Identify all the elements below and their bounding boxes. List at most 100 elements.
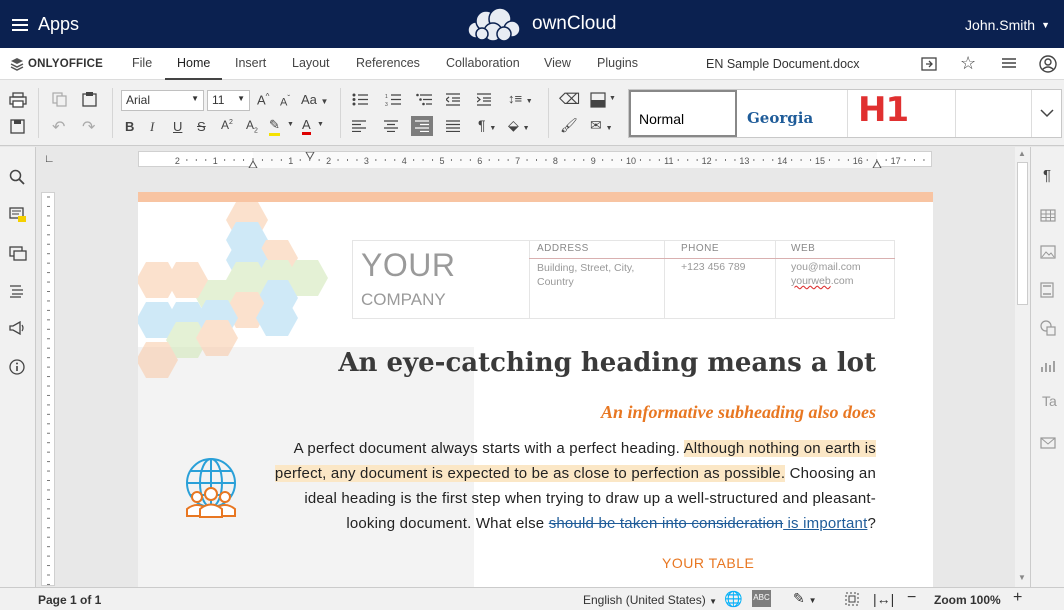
- tab-stop-icon[interactable]: ∟: [44, 153, 55, 165]
- print-icon[interactable]: [9, 92, 27, 108]
- tab-layout[interactable]: Layout: [280, 48, 342, 80]
- vertical-scrollbar[interactable]: ▲ ▼: [1015, 147, 1030, 587]
- scroll-up-icon[interactable]: ▲: [1018, 149, 1026, 158]
- ruler-label: 3: [364, 156, 369, 166]
- scroll-thumb[interactable]: [1017, 162, 1028, 305]
- shading-icon[interactable]: ⬙ ▼: [508, 117, 530, 134]
- page-counter[interactable]: Page 1 of 1: [38, 593, 101, 607]
- font-name-select[interactable]: Arial ▼: [121, 90, 204, 111]
- style-h1[interactable]: H1: [847, 90, 955, 137]
- search-icon[interactable]: [9, 169, 25, 185]
- chevron-down-icon: ▼: [287, 121, 294, 128]
- zoom-out-icon[interactable]: −: [907, 589, 916, 607]
- mail-merge-settings-icon[interactable]: [1040, 437, 1056, 449]
- fit-width-icon[interactable]: |↔|: [873, 591, 894, 607]
- language-label: English (United States): [583, 593, 706, 607]
- decrease-font-icon[interactable]: Aˇ: [280, 94, 290, 109]
- spellcheck-icon[interactable]: ABC: [752, 590, 771, 607]
- image-settings-icon[interactable]: [1040, 245, 1056, 259]
- apps-label: Apps: [38, 14, 80, 34]
- bold-icon[interactable]: B: [125, 119, 134, 134]
- style-georgia[interactable]: Georgia: [737, 90, 847, 137]
- tab-file[interactable]: File: [120, 48, 164, 80]
- paragraph-marks-icon[interactable]: ¶ ▼: [478, 117, 496, 133]
- underline-icon[interactable]: U: [173, 119, 182, 134]
- bullets-icon[interactable]: [352, 93, 368, 106]
- strikethrough-icon[interactable]: S: [197, 119, 206, 134]
- font-size-select[interactable]: 11 ▼: [207, 90, 250, 111]
- chart-settings-icon[interactable]: [1040, 359, 1056, 373]
- language-select[interactable]: English (United States) ▼: [583, 593, 717, 607]
- font-color-icon[interactable]: A: [302, 117, 311, 135]
- decrease-indent-icon[interactable]: [446, 93, 460, 106]
- document-page[interactable]: YOUR COMPANY ADDRESS Building, Street, C…: [138, 192, 933, 588]
- style-gallery-expand[interactable]: [1031, 90, 1061, 137]
- tab-insert[interactable]: Insert: [223, 48, 278, 80]
- tab-home[interactable]: Home: [165, 48, 223, 80]
- navigation-icon[interactable]: [9, 284, 25, 298]
- header-footer-icon[interactable]: [1040, 282, 1054, 298]
- right-sidebar: ¶ Ta: [1030, 147, 1064, 587]
- paste-icon[interactable]: [82, 91, 97, 107]
- scroll-down-icon[interactable]: ▼: [1018, 573, 1026, 582]
- subscript-icon[interactable]: A2: [246, 118, 258, 134]
- undo-icon[interactable]: ↶: [52, 117, 65, 137]
- vertical-ruler[interactable]: [41, 192, 55, 604]
- increase-font-icon[interactable]: A^: [257, 92, 269, 107]
- font-name-value: Arial: [126, 93, 151, 107]
- apps-menu-button[interactable]: Apps: [12, 14, 79, 35]
- copy-style-icon[interactable]: 🖌: [560, 117, 578, 134]
- align-left-icon[interactable]: [352, 120, 366, 132]
- layers-icon: [10, 58, 24, 71]
- web-label: WEB: [791, 243, 816, 254]
- comments-icon[interactable]: [9, 207, 27, 223]
- increase-indent-icon[interactable]: [477, 93, 491, 106]
- save-icon[interactable]: [10, 119, 25, 134]
- feedback-megaphone-icon[interactable]: [9, 321, 25, 335]
- fit-page-icon[interactable]: [845, 592, 859, 606]
- user-menu[interactable]: John.Smith ▼: [965, 17, 1050, 33]
- italic-icon[interactable]: I: [150, 119, 154, 135]
- hamburger-icon: [12, 18, 28, 31]
- open-location-icon[interactable]: [920, 55, 938, 73]
- color-scheme-icon[interactable]: [590, 92, 606, 108]
- horizontal-ruler[interactable]: 2 1 1 2 3 4 5 6 7 8 9 10 11 12 13 14 15 16 17: [138, 151, 932, 169]
- user-name: John.Smith: [965, 17, 1036, 33]
- align-right-button[interactable]: [411, 116, 433, 136]
- track-changes-icon[interactable]: ✎ ▼: [793, 590, 817, 607]
- para-end: ?: [867, 515, 876, 532]
- numbering-icon[interactable]: 13: [385, 93, 401, 106]
- tab-view[interactable]: View: [532, 48, 583, 80]
- favorite-star-icon[interactable]: ☆: [960, 53, 976, 74]
- mail-merge-icon[interactable]: ✉ ▼: [590, 117, 613, 134]
- style-normal[interactable]: Normal: [629, 90, 737, 137]
- tab-collaboration[interactable]: Collaboration: [434, 48, 532, 80]
- about-info-icon[interactable]: [9, 359, 25, 375]
- status-bar: Page 1 of 1 English (United States) ▼ 🌐 …: [0, 587, 1064, 610]
- highlight-color-icon[interactable]: ✎: [269, 117, 280, 136]
- superscript-icon[interactable]: A2: [221, 118, 233, 132]
- zoom-in-icon[interactable]: +: [1013, 589, 1022, 607]
- tab-plugins[interactable]: Plugins: [585, 48, 650, 80]
- style-empty[interactable]: [955, 90, 1031, 137]
- paragraph-settings-icon[interactable]: ¶: [1043, 167, 1051, 184]
- table-settings-icon[interactable]: [1040, 209, 1056, 222]
- clear-style-icon[interactable]: ⌫: [559, 90, 580, 108]
- ruler-label: 5: [439, 156, 444, 166]
- change-case-icon[interactable]: Aa ▼: [301, 92, 328, 107]
- multilevel-list-icon[interactable]: [416, 93, 432, 106]
- shape-settings-icon[interactable]: [1040, 320, 1056, 336]
- line-spacing-icon[interactable]: ↕≡ ▼: [508, 91, 533, 106]
- menu-lines-icon[interactable]: [1001, 55, 1017, 71]
- globe-icon[interactable]: 🌐: [724, 590, 743, 608]
- tracked-deletion: should be taken into consideration: [548, 515, 784, 532]
- align-center-icon[interactable]: [384, 120, 398, 132]
- chat-icon[interactable]: [9, 246, 27, 262]
- redo-icon[interactable]: ↷: [82, 117, 95, 137]
- justify-icon[interactable]: [446, 120, 460, 132]
- tab-references[interactable]: References: [344, 48, 432, 80]
- user-avatar-icon[interactable]: [1039, 55, 1057, 73]
- copy-icon[interactable]: [52, 92, 67, 107]
- body-paragraph: A perfect document always starts with a …: [274, 436, 876, 536]
- text-art-icon[interactable]: Ta: [1042, 393, 1057, 409]
